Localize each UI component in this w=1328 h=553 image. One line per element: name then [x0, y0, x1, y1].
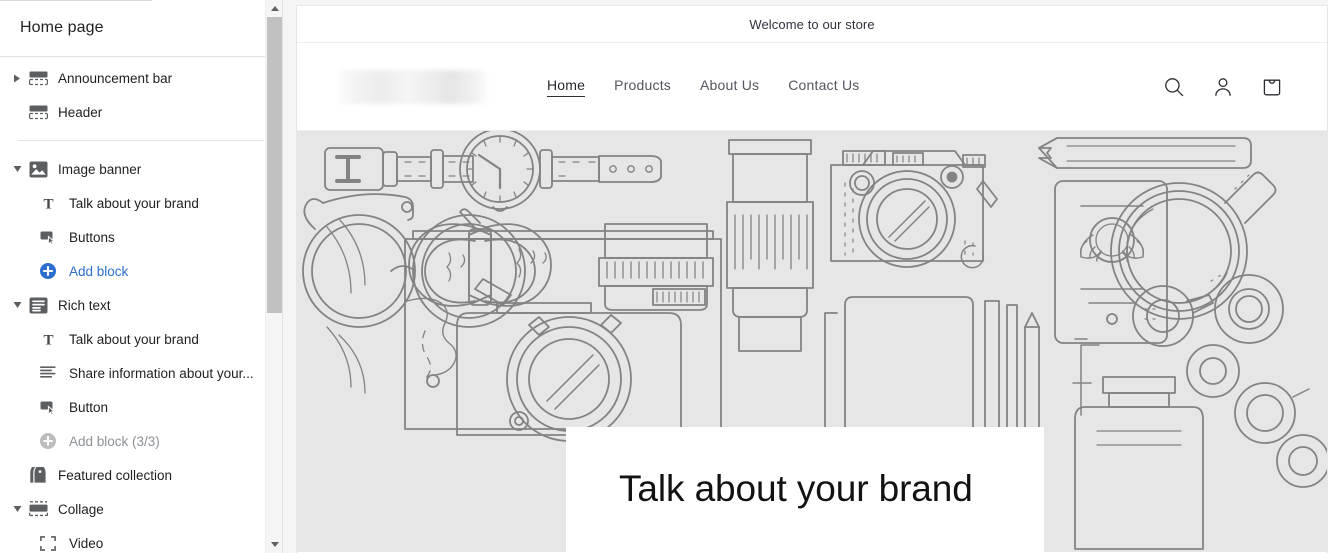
sections-sidebar: Home page Announcement bar Header Image … [0, 0, 283, 553]
sidebar-block-label: Talk about your brand [69, 195, 199, 211]
announcement-bar[interactable]: Welcome to our store [297, 6, 1327, 43]
sidebar-item-header[interactable]: Header [0, 95, 282, 129]
sidebar-block-heading[interactable]: T Talk about your brand [0, 186, 282, 220]
sidebar-item-featured-collection[interactable]: Featured collection [0, 458, 282, 492]
nav-link-home[interactable]: Home [547, 77, 586, 97]
section-tree: Announcement bar Header Image banner T T… [0, 57, 282, 553]
sidebar-block-buttons[interactable]: Buttons [0, 220, 282, 254]
video-frame-icon [38, 533, 58, 553]
storefront-preview: Welcome to our store Home Products About… [296, 5, 1328, 553]
sidebar-block-label: Video [69, 535, 104, 551]
sidebar-scrollbar[interactable] [265, 0, 282, 553]
sidebar-item-collage[interactable]: Collage [0, 492, 282, 526]
sidebar-block-label: Buttons [69, 229, 115, 245]
sidebar-block-heading[interactable]: T Talk about your brand [0, 322, 282, 356]
announcement-text: Welcome to our store [749, 16, 875, 32]
store-logo-placeholder[interactable] [339, 69, 487, 104]
sidebar-block-text[interactable]: Share information about your... [0, 356, 282, 390]
chevron-down-icon[interactable] [8, 160, 26, 178]
image-banner-icon [28, 159, 48, 179]
sidebar-item-label: Collage [58, 501, 104, 517]
rich-text-icon [28, 295, 48, 315]
sidebar-divider [18, 140, 264, 141]
chevron-right-icon[interactable] [8, 69, 26, 87]
cart-icon[interactable] [1261, 76, 1283, 98]
theme-editor: Home page Announcement bar Header Image … [0, 0, 1328, 553]
add-block-label: Add block (3/3) [69, 433, 160, 449]
scroll-up-button[interactable] [266, 0, 282, 17]
sidebar-item-label: Header [58, 104, 103, 120]
storefront-header: Home Products About Us Contact Us [297, 43, 1327, 131]
sidebar-block-video[interactable]: Video [0, 526, 282, 553]
nav-link-contact-us[interactable]: Contact Us [788, 77, 859, 96]
collection-tag-icon [28, 465, 48, 485]
collage-icon [28, 499, 48, 519]
sidebar-item-announcement-bar[interactable]: Announcement bar [0, 61, 282, 95]
chevron-down-icon[interactable] [8, 500, 26, 518]
preview-pane: Welcome to our store Home Products About… [283, 0, 1328, 553]
sidebar-block-label: Share information about your... [69, 365, 254, 381]
sidebar-item-label: Announcement bar [58, 70, 173, 86]
scroll-down-arrow-icon [270, 542, 279, 547]
sidebar-item-rich-text[interactable]: Rich text [0, 288, 282, 322]
scroll-up-arrow-icon [270, 6, 279, 11]
sidebar-header: Home page [0, 0, 282, 57]
add-block-label: Add block [69, 263, 129, 279]
svg-text:T: T [43, 332, 53, 347]
image-banner-section[interactable]: Talk about your brand [297, 131, 1327, 552]
sidebar-top-edge [0, 0, 152, 2]
nav-link-about-us[interactable]: About Us [700, 77, 759, 96]
add-block-button-rich-text: Add block (3/3) [0, 424, 282, 458]
banner-heading: Talk about your brand [619, 468, 973, 510]
plus-circle-icon [38, 261, 58, 281]
svg-text:T: T [43, 196, 53, 211]
button-block-icon [38, 397, 58, 417]
account-icon[interactable] [1212, 76, 1234, 98]
header-icon-group [1163, 76, 1283, 98]
plus-circle-icon [38, 431, 58, 451]
search-icon[interactable] [1163, 76, 1185, 98]
add-block-button-image-banner[interactable]: Add block [0, 254, 282, 288]
sidebar-item-label: Image banner [58, 161, 142, 177]
announcement-bar-icon [28, 68, 48, 88]
main-navigation: Home Products About Us Contact Us [547, 77, 859, 97]
sidebar-block-button[interactable]: Button [0, 390, 282, 424]
sidebar-block-label: Talk about your brand [69, 331, 199, 347]
page-title: Home page [20, 19, 104, 36]
image-banner-text-card[interactable]: Talk about your brand [566, 427, 1044, 552]
sidebar-item-label: Rich text [58, 297, 111, 313]
scroll-down-button[interactable] [266, 536, 282, 553]
paragraph-block-icon [38, 363, 58, 383]
sidebar-item-label: Featured collection [58, 467, 173, 483]
text-block-icon: T [38, 193, 58, 213]
chevron-down-icon[interactable] [8, 296, 26, 314]
button-block-icon [38, 227, 58, 247]
header-icon [28, 102, 48, 122]
nav-link-products[interactable]: Products [614, 77, 671, 96]
sidebar-item-image-banner[interactable]: Image banner [0, 152, 282, 186]
scrollbar-thumb[interactable] [267, 17, 282, 313]
sidebar-block-label: Button [69, 399, 109, 415]
text-block-icon: T [38, 329, 58, 349]
